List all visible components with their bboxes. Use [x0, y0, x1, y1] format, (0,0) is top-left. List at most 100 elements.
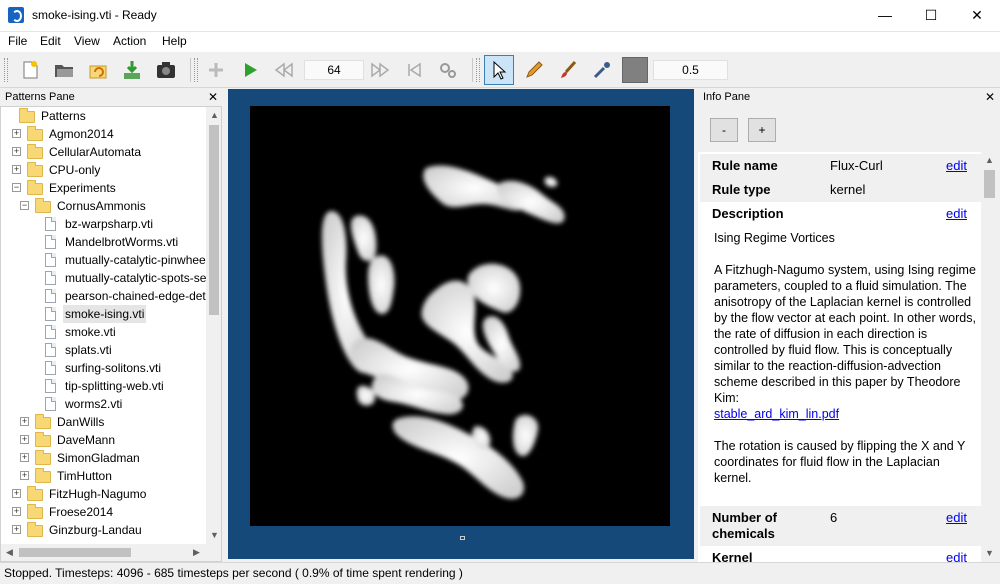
close-window-button[interactable]: ✕: [954, 0, 1000, 31]
expand-icon[interactable]: +: [12, 525, 21, 534]
tree-file[interactable]: mutually-catalytic-spots-seco: [1, 269, 219, 287]
scroll-thumb[interactable]: [984, 170, 995, 198]
simulation-canvas[interactable]: [250, 106, 670, 526]
edit-number-of-chemicals-link[interactable]: edit: [946, 510, 967, 525]
tree-file[interactable]: pearson-chained-edge-detec: [1, 287, 218, 305]
tree-folder[interactable]: − Experiments: [1, 179, 206, 197]
tree-file[interactable]: mutually-catalytic-pinwheels: [1, 251, 214, 269]
scroll-left-arrow[interactable]: ◀: [1, 544, 18, 561]
patterns-vertical-scrollbar[interactable]: ▲ ▼: [206, 107, 221, 544]
expand-icon[interactable]: +: [12, 489, 21, 498]
tree-folder[interactable]: − CornusAmmonis: [1, 197, 206, 215]
timesteps-field[interactable]: 64: [304, 60, 364, 80]
expand-icon[interactable]: +: [12, 129, 21, 138]
edit-kernel-link[interactable]: edit: [946, 550, 967, 562]
menu-file[interactable]: File: [8, 34, 27, 48]
text-smaller-button[interactable]: -: [710, 118, 738, 142]
tree-file[interactable]: splats.vti: [1, 341, 206, 359]
render-view[interactable]: [228, 89, 694, 559]
menu-help[interactable]: Help: [162, 34, 187, 48]
change-device-button[interactable]: [434, 56, 462, 84]
edit-rule-name-link[interactable]: edit: [946, 158, 967, 173]
paper-link[interactable]: stable_ard_kim_lin.pdf: [714, 407, 839, 421]
expand-icon[interactable]: +: [12, 165, 21, 174]
menu-bar: File Edit View Action Help: [0, 32, 1000, 52]
tree-folder[interactable]: Patterns: [1, 107, 206, 125]
tree-file[interactable]: smoke.vti: [1, 323, 206, 341]
info-pane-title: Info Pane: [703, 91, 751, 103]
tree-folder[interactable]: + DanWills: [1, 413, 206, 431]
scroll-right-arrow[interactable]: ▶: [188, 544, 205, 561]
tree-item-label: MandelbrotWorms.vti: [65, 235, 179, 249]
text-larger-button[interactable]: +: [748, 118, 776, 142]
toolbar-grip[interactable]: [194, 58, 198, 82]
folder-icon: [35, 468, 51, 483]
save-button[interactable]: [118, 56, 146, 84]
tree-folder[interactable]: + CPU-only: [1, 161, 206, 179]
tree-file[interactable]: bz-warpsharp.vti: [1, 215, 206, 233]
tree-file[interactable]: MandelbrotWorms.vti: [1, 233, 206, 251]
tree-folder[interactable]: + SimonGladman: [1, 449, 206, 467]
info-vertical-scrollbar[interactable]: ▲ ▼: [981, 152, 998, 562]
reset-button[interactable]: [400, 56, 428, 84]
reload-button[interactable]: [84, 56, 112, 84]
speed-up-button[interactable]: [366, 56, 394, 84]
scroll-thumb[interactable]: [19, 548, 131, 557]
collapse-icon[interactable]: −: [20, 201, 29, 210]
description-paragraph: A Fitzhugh-Nagumo system, using Ising re…: [714, 263, 976, 405]
tree-folder[interactable]: + CellularAutomata: [1, 143, 206, 161]
tree-file[interactable]: smoke-ising.vti: [1, 305, 206, 323]
open-pattern-button[interactable]: [50, 56, 78, 84]
tree-file[interactable]: surfing-solitons.vti: [1, 359, 206, 377]
tree-item-label: SimonGladman: [57, 451, 140, 465]
menu-edit[interactable]: Edit: [40, 34, 61, 48]
cursor-arrow-icon: [493, 60, 507, 80]
expand-icon[interactable]: +: [20, 435, 29, 444]
patterns-horizontal-scrollbar[interactable]: ◀ ▶: [1, 544, 221, 561]
screenshot-button[interactable]: [152, 56, 180, 84]
brush-tool-button[interactable]: [554, 56, 582, 84]
new-pattern-button[interactable]: [16, 56, 44, 84]
expand-icon[interactable]: +: [12, 147, 21, 156]
patterns-pane-close-button[interactable]: ✕: [208, 90, 218, 104]
tree-file[interactable]: worms2.vti: [1, 395, 206, 413]
toolbar-grip[interactable]: [4, 58, 8, 82]
tree-folder[interactable]: + FitzHugh-Nagumo: [1, 485, 206, 503]
brush-size-field[interactable]: 0.5: [653, 60, 728, 80]
number-of-chemicals-value: 6: [830, 510, 838, 525]
info-pane-close-button[interactable]: ✕: [985, 90, 995, 104]
color-swatch-button[interactable]: [620, 55, 650, 85]
run-button[interactable]: [236, 56, 264, 84]
tree-item-label: smoke-ising.vti: [63, 305, 147, 323]
scroll-down-arrow[interactable]: ▼: [981, 545, 998, 562]
tree-item-label: Agmon2014: [49, 127, 114, 141]
add-parameter-button[interactable]: [202, 56, 230, 84]
scroll-down-arrow[interactable]: ▼: [206, 527, 221, 544]
scroll-up-arrow[interactable]: ▲: [981, 152, 998, 169]
pencil-icon: [526, 61, 543, 78]
pointer-tool-button[interactable]: [484, 55, 514, 85]
color-picker-tool-button[interactable]: [588, 56, 616, 84]
tree-folder[interactable]: + DaveMann: [1, 431, 206, 449]
scroll-up-arrow[interactable]: ▲: [206, 107, 221, 124]
tree-folder[interactable]: + Froese2014: [1, 503, 206, 521]
expand-icon[interactable]: +: [20, 417, 29, 426]
edit-description-link[interactable]: edit: [946, 206, 967, 221]
collapse-icon[interactable]: −: [12, 183, 21, 192]
tree-folder[interactable]: + Agmon2014: [1, 125, 206, 143]
expand-icon[interactable]: +: [20, 453, 29, 462]
tree-folder[interactable]: + Ginzburg-Landau: [1, 521, 206, 539]
tree-folder[interactable]: + TimHutton: [1, 467, 206, 485]
menu-view[interactable]: View: [74, 34, 100, 48]
pencil-tool-button[interactable]: [520, 56, 548, 84]
toolbar-grip[interactable]: [476, 58, 480, 82]
maximize-button[interactable]: ☐: [908, 0, 954, 31]
menu-action[interactable]: Action: [113, 34, 146, 48]
tree-file[interactable]: tip-splitting-web.vti: [1, 377, 206, 395]
minimize-button[interactable]: —: [862, 0, 908, 31]
expand-icon[interactable]: +: [20, 471, 29, 480]
scroll-thumb[interactable]: [209, 125, 219, 315]
resize-handle[interactable]: [460, 536, 465, 540]
slow-down-button[interactable]: [270, 56, 298, 84]
expand-icon[interactable]: +: [12, 507, 21, 516]
